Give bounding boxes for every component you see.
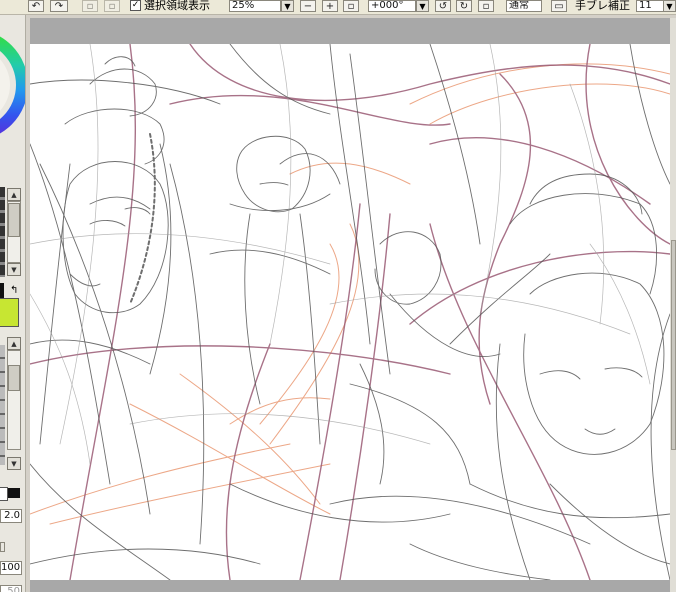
color-wheel[interactable]: [0, 15, 25, 145]
canvas-top-margin: [30, 18, 670, 44]
zoom-select[interactable]: 25%: [229, 0, 281, 12]
redo-icon[interactable]: ↷: [50, 0, 68, 12]
zoom-out-icon[interactable]: −: [300, 0, 316, 12]
swap-icon[interactable]: ▭: [551, 0, 567, 12]
reset-icon[interactable]: ▫: [478, 0, 494, 12]
chevron-up-icon[interactable]: ▲: [7, 337, 21, 350]
chevron-down-icon[interactable]: ▼: [663, 0, 676, 12]
swap-colors-icon[interactable]: ↰: [10, 285, 18, 296]
clear-icon[interactable]: ▫: [82, 0, 98, 12]
opacity-field[interactable]: 100: [0, 561, 22, 575]
zoom-reset-icon[interactable]: ▫: [343, 0, 359, 12]
brush-size-field[interactable]: 2.0: [0, 509, 22, 523]
undo-icon[interactable]: ↶: [28, 0, 44, 12]
blend-mode-select[interactable]: 通常: [506, 0, 542, 12]
zoom-in-icon[interactable]: +: [322, 0, 338, 12]
brush-shape-large[interactable]: [8, 488, 20, 498]
drawing-canvas[interactable]: [30, 44, 670, 580]
left-tool-panel: ▲ ▼ ↰ ▲ ▼ 2.0 100 50: [0, 15, 26, 592]
brush-shape-small[interactable]: [0, 487, 8, 501]
rotation-select[interactable]: +000°: [368, 0, 416, 12]
palette-scroll-thumb[interactable]: [8, 203, 20, 237]
stabilizer-select[interactable]: 11: [636, 0, 664, 12]
selection-checkbox[interactable]: ✓: [130, 0, 141, 11]
stabilizer-label: 手ブレ補正: [575, 0, 630, 12]
chevron-down-icon[interactable]: ▼: [7, 457, 21, 470]
swatch-strip[interactable]: [0, 187, 5, 277]
chevron-down-icon[interactable]: ▼: [416, 0, 429, 12]
foreground-color-swatch[interactable]: [0, 298, 19, 327]
chevron-up-icon[interactable]: ▲: [7, 188, 21, 201]
chevron-down-icon[interactable]: ▼: [7, 263, 21, 276]
tool-list-strip[interactable]: [0, 345, 5, 465]
canvas-bottom-margin: [30, 580, 670, 592]
chevron-down-icon[interactable]: ▼: [281, 0, 294, 12]
top-toolbar: ↶ ↷ ▫ ▫ ✓ 選択領域表示 25% ▼ − + ▫ +000° ▼ ↺ ↻…: [0, 0, 676, 15]
sketch-artwork: [30, 44, 670, 580]
fill-icon[interactable]: ▫: [104, 0, 120, 12]
rotate-right-icon[interactable]: ↻: [456, 0, 472, 12]
density-bar[interactable]: [0, 542, 5, 552]
min-size-field[interactable]: 50: [0, 585, 22, 592]
selection-label: 選択領域表示: [144, 0, 210, 12]
tool-scroll-thumb[interactable]: [8, 365, 20, 391]
rotate-left-icon[interactable]: ↺: [435, 0, 451, 12]
vertical-scroll-thumb[interactable]: [671, 240, 676, 450]
